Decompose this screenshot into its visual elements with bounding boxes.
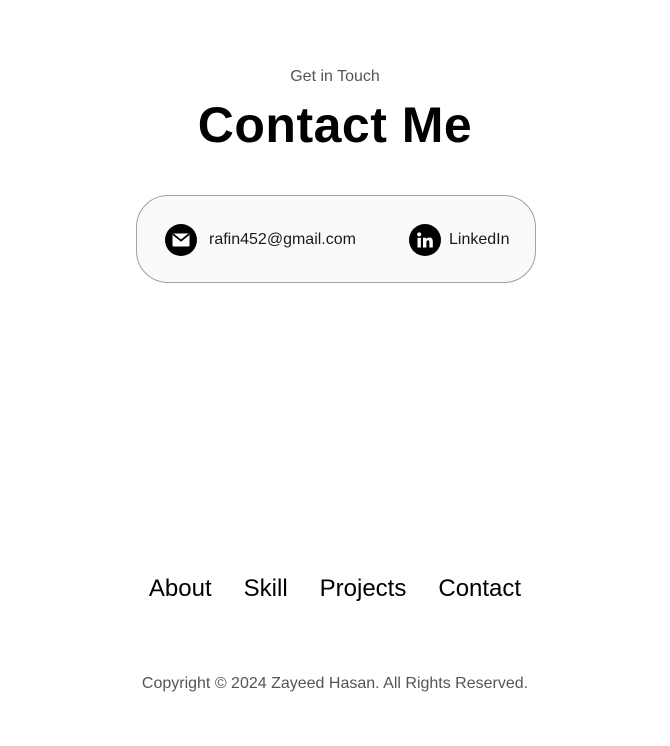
email-address: rafin452@gmail.com bbox=[209, 231, 356, 248]
page: Get in Touch Contact Me rafin452@gmail.c… bbox=[0, 0, 670, 746]
contact-title: Contact Me bbox=[197, 97, 473, 153]
contact-subtitle: Get in Touch bbox=[290, 68, 380, 85]
footer-nav: About Skill Projects Contact bbox=[0, 575, 670, 603]
footer-link-contact[interactable]: Contact bbox=[438, 575, 521, 603]
mail-icon bbox=[165, 224, 197, 256]
footer-link-skill[interactable]: Skill bbox=[244, 575, 288, 603]
linkedin-link[interactable]: LinkedIn bbox=[409, 224, 510, 256]
copyright-text: Copyright © 2024 Zayeed Hasan. All Right… bbox=[141, 675, 529, 692]
contact-info-box: rafin452@gmail.com LinkedIn bbox=[136, 195, 536, 283]
email-link[interactable]: rafin452@gmail.com bbox=[165, 224, 356, 256]
linkedin-label: LinkedIn bbox=[449, 231, 510, 248]
footer-link-about[interactable]: About bbox=[149, 575, 212, 603]
linkedin-icon bbox=[409, 224, 441, 256]
footer-link-projects[interactable]: Projects bbox=[320, 575, 407, 603]
